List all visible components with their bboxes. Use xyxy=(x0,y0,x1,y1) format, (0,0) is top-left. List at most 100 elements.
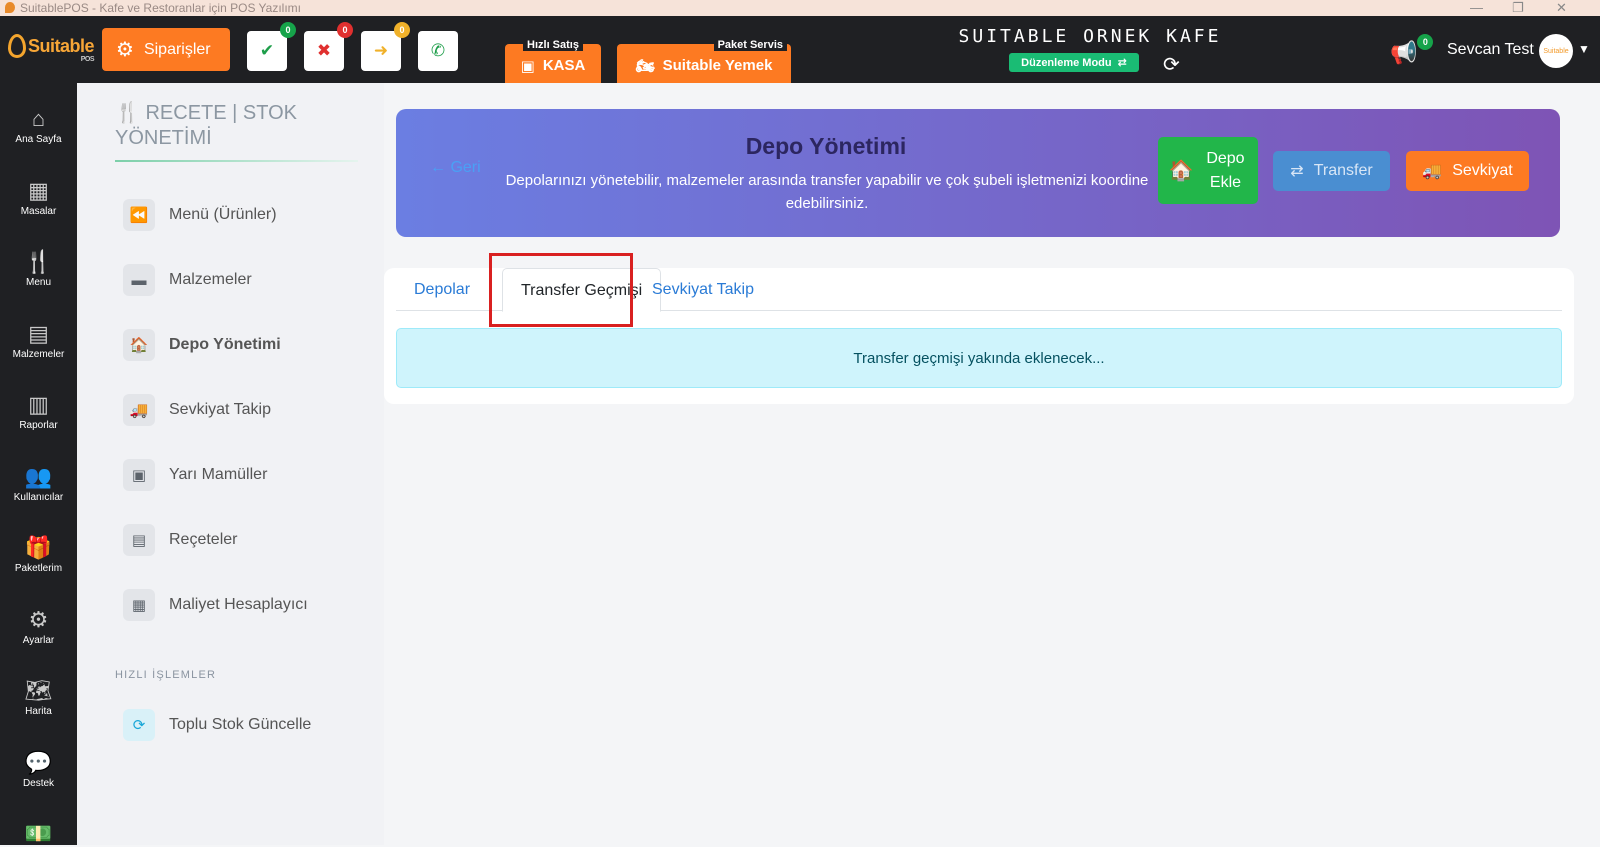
tables-icon: ▦ xyxy=(28,177,49,203)
submenu-item-bulk-stock-update[interactable]: ⟳ Toplu Stok Güncelle xyxy=(123,707,311,743)
submenu-item-recipes[interactable]: ▤ Reçeteler xyxy=(123,522,237,558)
nav-label: Kullanıcılar xyxy=(13,491,64,503)
menu-products-icon: ⏪ xyxy=(123,199,155,231)
nav-item-tables[interactable]: ▦ Masalar xyxy=(0,178,77,217)
logo-pin-icon xyxy=(8,34,26,58)
cancelled-count-badge: 0 xyxy=(337,22,353,38)
left-nav: ⌂ Ana Sayfa ▦ Masalar 🍴 Menu ▤ Malzemeler ▥ Rapor… xyxy=(0,83,77,847)
nav-item-map[interactable]: 🗺 Harita xyxy=(0,678,77,717)
restore-icon[interactable]: ❐ xyxy=(1512,0,1524,16)
submenu-item-label: Reçeteler xyxy=(169,531,238,548)
edit-mode-label: Düzenleme Modu xyxy=(1021,56,1112,69)
nav-label: Malzemeler xyxy=(12,348,65,360)
nav-label: Harita xyxy=(25,706,52,717)
shipment-button[interactable]: 🚚 Sevkiyat xyxy=(1406,151,1529,191)
status-button-phone[interactable]: ✆ xyxy=(418,31,458,71)
nav-item-settings[interactable]: ⚙ Ayarlar xyxy=(0,607,77,646)
yemek-label: Suitable Yemek xyxy=(662,57,773,74)
bulk-stock-update-icon: ⟳ xyxy=(123,709,155,741)
transfer-button[interactable]: ⇄ Transfer xyxy=(1273,151,1390,191)
nav-item-users[interactable]: 👥 Kullanıcılar xyxy=(0,464,77,503)
nav-label: Ayarlar xyxy=(22,634,55,646)
notification-badge: 0 xyxy=(1417,34,1434,50)
tab-sevkiyat-takip[interactable]: Sevkiyat Takip xyxy=(634,268,772,311)
swap-icon: ⇄ xyxy=(1117,57,1127,69)
kasa-button[interactable]: Hızlı Satış ▣ KASA xyxy=(505,39,601,87)
submenu-item-label: Maliyet Hesaplayıcı xyxy=(169,596,308,613)
edit-mode-badge[interactable]: Düzenleme Modu ⇄ xyxy=(1009,53,1139,72)
submenu-item-label: Yarı Mamüller xyxy=(169,466,268,483)
semi-products-icon: ▣ xyxy=(123,459,155,491)
nav-item-ingredients[interactable]: ▤ Malzemeler xyxy=(0,321,77,360)
submenu-item-cost-calculator[interactable]: ▦ Maliyet Hesaplayıcı xyxy=(123,587,308,623)
nav-label: Menu xyxy=(25,277,51,288)
nav-item-support[interactable]: 💬 Destek xyxy=(0,750,77,789)
suitable-yemek-button[interactable]: Paket Servis 🏍 Suitable Yemek xyxy=(617,39,791,87)
status-button-cancelled[interactable]: ✖ 0 xyxy=(304,22,353,71)
kasa-caption: Hızlı Satış xyxy=(523,39,583,51)
tab-depolar[interactable]: Depolar xyxy=(396,268,488,311)
cafe-name: SUITABLE ORNEK KAFE xyxy=(958,26,1222,47)
window-titlebar: SuitablePOS - Kafe ve Restoranlar için P… xyxy=(0,0,1600,16)
top-header: Suitable POS ⚙ Siparişler ✔ 0 ✖ 0 ➜ 0 ✆ Hızlı … xyxy=(0,16,1600,87)
support-icon: 💬 xyxy=(24,749,53,775)
nav-item-menu[interactable]: 🍴 Menu xyxy=(0,249,77,288)
minimize-icon[interactable]: — xyxy=(1470,0,1483,16)
close-icon[interactable]: ✕ xyxy=(1556,0,1567,16)
page-description: Depolarınızı yönetebilir, malzemeler ara… xyxy=(505,172,1149,212)
submenu-item-ingredients[interactable]: ▬ Malzemeler xyxy=(123,262,252,298)
user-name[interactable]: Sevcan Test xyxy=(1447,41,1534,59)
submenu-item-label: Menü (Ürünler) xyxy=(169,206,277,223)
pending-count-badge: 0 xyxy=(394,22,410,38)
settings-icon: ⚙ xyxy=(28,606,49,632)
highlight-box xyxy=(489,253,633,327)
nav-label: Raporlar xyxy=(19,420,58,431)
truck-icon: 🚚 xyxy=(1422,163,1443,180)
page-header: ← Geri Depo Yönetimi Depolarınızı yönete… xyxy=(396,109,1560,237)
ingredients-icon: ▬ xyxy=(123,264,155,296)
submenu-item-shipment[interactable]: 🚚 Sevkiyat Takip xyxy=(123,392,271,428)
back-link[interactable]: ← Geri xyxy=(430,159,481,177)
quick-actions-heading: HIZLI İŞLEMLER xyxy=(115,669,217,681)
megaphone-icon[interactable]: 📢 0 xyxy=(1390,34,1434,66)
orders-label: Siparişler xyxy=(143,40,211,58)
status-button-pending[interactable]: ➜ 0 xyxy=(361,22,410,71)
avatar[interactable]: Suitable xyxy=(1539,34,1573,68)
nav-label: Paketlerim xyxy=(14,563,63,574)
info-alert: Transfer geçmişi yakında eklenecek... xyxy=(396,328,1562,388)
submenu-item-semi-products[interactable]: ▣ Yarı Mamüller xyxy=(123,457,267,493)
main-content: ← Geri Depo Yönetimi Depolarınızı yönete… xyxy=(384,83,1600,845)
nav-item-packages[interactable]: 🎁 Paketlerim xyxy=(0,535,77,574)
logo-subtext: POS xyxy=(80,55,95,63)
refresh-icon[interactable]: ⟳ xyxy=(1163,52,1180,77)
nav-item-reports[interactable]: ▥ Raporlar xyxy=(0,392,77,431)
window-title: SuitablePOS - Kafe ve Restoranlar için P… xyxy=(20,1,302,15)
cost-calculator-icon: ▦ xyxy=(123,589,155,621)
home-icon: ⌂ xyxy=(31,106,46,131)
shipment-icon: 🚚 xyxy=(123,394,155,426)
approved-icon: ✔ xyxy=(259,41,275,60)
yemek-caption: Paket Servis xyxy=(713,39,787,51)
nav-item-cash[interactable]: 💵 xyxy=(0,821,77,847)
status-button-approved[interactable]: ✔ 0 xyxy=(247,22,296,71)
submenu-item-label: Malzemeler xyxy=(169,271,252,288)
approved-count-badge: 0 xyxy=(280,22,296,38)
submenu-item-label: Sevkiyat Takip xyxy=(169,401,271,418)
add-warehouse-button[interactable]: 🏠 Depo Ekle xyxy=(1158,137,1258,204)
chevron-down-icon[interactable]: ▼ xyxy=(1578,42,1590,56)
map-icon: 🗺 xyxy=(24,678,53,703)
logo[interactable]: Suitable POS xyxy=(8,34,95,63)
submenu-item-menu-products[interactable]: ⏪ Menü (Ürünler) xyxy=(123,197,277,233)
motorcycle-icon: 🏍 xyxy=(635,57,655,75)
cash-register-icon: ▣ xyxy=(520,57,535,75)
warehouse-icon: 🏠 xyxy=(1168,159,1194,182)
recipes-icon: ▤ xyxy=(123,524,155,556)
fork-knife-icon: 🍴 xyxy=(115,102,140,124)
nav-label: Destek xyxy=(22,777,55,789)
tabs-card: Depolar Transfer Geçmişi Sevkiyat Takip Tr… xyxy=(384,253,1574,404)
orders-button[interactable]: ⚙ Siparişler xyxy=(102,28,230,71)
submenu-item-warehouse[interactable]: 🏠 Depo Yönetimi xyxy=(123,327,281,363)
nav-item-home[interactable]: ⌂ Ana Sayfa xyxy=(0,106,77,145)
gear-icon: ⚙ xyxy=(116,39,134,61)
submenu-title: 🍴 RECETE | STOK YÖNETİMİ xyxy=(115,102,297,149)
